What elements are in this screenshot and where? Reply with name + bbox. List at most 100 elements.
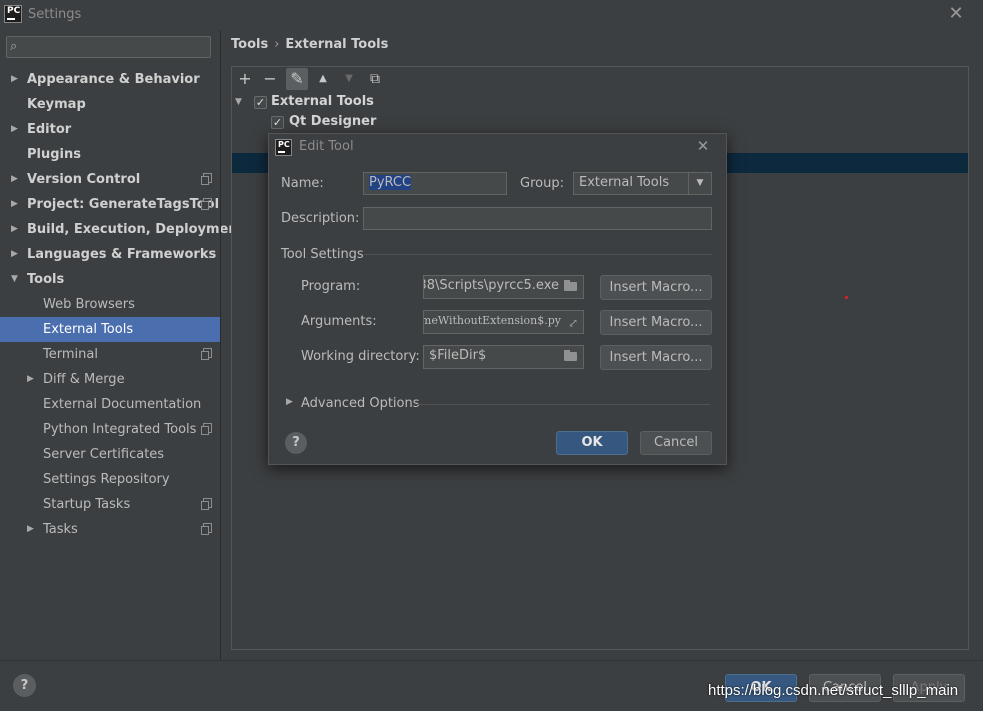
- copy-icon[interactable]: ⧉: [364, 68, 386, 90]
- chevron-right-icon[interactable]: ▶: [11, 242, 18, 267]
- folder-icon[interactable]: [564, 280, 577, 291]
- sidebar-item-diff-merge[interactable]: ▶ Diff & Merge: [0, 367, 220, 392]
- tree-tool-label: Qt Designer: [289, 114, 377, 129]
- chevron-right-icon[interactable]: ▶: [11, 217, 18, 242]
- chevron-right-icon[interactable]: ▶: [11, 117, 18, 142]
- group-select[interactable]: External Tools ▼: [573, 172, 712, 195]
- sidebar-item-editor[interactable]: ▶ Editor: [0, 117, 220, 142]
- description-label: Description:: [281, 211, 360, 226]
- sidebar-item-label: Editor: [27, 122, 72, 137]
- sidebar-item-keymap[interactable]: Keymap: [0, 92, 220, 117]
- sidebar-item-startup-tasks[interactable]: Startup Tasks: [0, 492, 220, 517]
- sidebar-item-build-execution-deployment[interactable]: ▶ Build, Execution, Deployment: [0, 217, 244, 242]
- tree-group-label: External Tools: [271, 94, 374, 109]
- working-directory-input[interactable]: $FileDir$: [423, 345, 584, 369]
- move-down-icon[interactable]: ▼: [338, 68, 360, 90]
- sidebar-item-external-tools[interactable]: External Tools: [0, 317, 220, 342]
- breadcrumb-parent[interactable]: Tools: [231, 37, 268, 52]
- expand-arrow-icon[interactable]: ▼: [235, 92, 242, 112]
- sidebar-item-tasks[interactable]: ▶ Tasks: [0, 517, 220, 542]
- group-label: Group:: [520, 176, 564, 191]
- sidebar-item-version-control[interactable]: ▶ Version Control: [0, 167, 220, 192]
- sidebar-item-label: Diff & Merge: [43, 372, 125, 387]
- insert-macro-button-working-directory[interactable]: Insert Macro...: [600, 345, 712, 370]
- sidebar-item-label: Build, Execution, Deployment: [27, 222, 244, 237]
- chevron-right-icon[interactable]: ▶: [11, 192, 18, 217]
- insert-macro-button-arguments[interactable]: Insert Macro...: [600, 310, 712, 335]
- group-value: External Tools: [579, 175, 670, 190]
- sidebar-item-label: Server Certificates: [43, 447, 165, 462]
- sidebar-item-python-integrated-tools[interactable]: Python Integrated Tools: [0, 417, 220, 442]
- program-value: 38\Scripts\pyrcc5.exe: [423, 278, 559, 293]
- dialog-cancel-button[interactable]: Cancel: [640, 431, 712, 455]
- title-bar: [0, 0, 983, 30]
- add-icon[interactable]: +: [234, 68, 256, 90]
- sidebar-item-label: Version Control: [27, 172, 141, 187]
- chevron-right-icon[interactable]: ▶: [27, 517, 34, 542]
- remove-icon[interactable]: −: [259, 68, 281, 90]
- dialog-help-icon[interactable]: ?: [285, 432, 307, 454]
- sidebar-item-terminal[interactable]: Terminal: [0, 342, 220, 367]
- sidebar-item-web-browsers[interactable]: Web Browsers: [0, 292, 220, 317]
- chevron-down-icon[interactable]: ▼: [11, 267, 18, 292]
- sidebar-item-plugins[interactable]: Plugins: [0, 142, 220, 167]
- sidebar-item-label: Keymap: [27, 97, 86, 112]
- sidebar-item-label: External Documentation: [43, 397, 202, 412]
- breadcrumb-current: External Tools: [285, 37, 389, 52]
- sidebar-item-label: Project: GenerateTagsTool: [27, 197, 220, 212]
- dialog-ok-button[interactable]: OK: [556, 431, 628, 455]
- name-input[interactable]: PyRCC: [363, 172, 507, 195]
- sidebar-item-project-generatetagstool[interactable]: ▶ Project: GenerateTagsTool: [0, 192, 220, 217]
- group-checkbox[interactable]: ✓: [254, 96, 267, 109]
- project-scope-icon: [201, 498, 212, 510]
- watermark: https://blog.csdn.net/struct_slllp_main: [708, 682, 959, 699]
- close-window-button[interactable]: ✕: [944, 3, 968, 27]
- sidebar-item-label: External Tools: [43, 322, 134, 337]
- red-dot: [845, 296, 848, 299]
- window-title: Settings: [28, 7, 82, 22]
- sidebar-item-tools[interactable]: ▼ Tools: [0, 267, 220, 292]
- sidebar-item-settings-repository[interactable]: Settings Repository: [0, 467, 220, 492]
- tool-checkbox[interactable]: ✓: [271, 116, 284, 129]
- settings-nav-list: ▶ Appearance & Behavior Keymap ▶ Editor Plugi…: [0, 67, 244, 547]
- arguments-input[interactable]: meWithoutExtension$.py ⤢: [423, 310, 584, 334]
- program-label: Program:: [301, 279, 361, 294]
- project-scope-icon: [201, 198, 212, 210]
- sidebar-item-label: Terminal: [43, 347, 98, 362]
- chevron-right-icon[interactable]: ▶: [27, 367, 34, 392]
- chevron-right-icon[interactable]: ▶: [11, 67, 18, 92]
- breadcrumb: Tools › External Tools: [231, 37, 388, 52]
- tool-settings-label: Tool Settings: [281, 247, 364, 262]
- description-input[interactable]: [363, 207, 712, 230]
- insert-macro-button-program[interactable]: Insert Macro...: [600, 275, 712, 300]
- dialog-close-button[interactable]: ✕: [693, 137, 713, 155]
- expand-icon[interactable]: ⤢: [568, 313, 578, 333]
- sidebar-item-external-documentation[interactable]: External Documentation: [0, 392, 220, 417]
- working-directory-label: Working directory:: [301, 349, 420, 364]
- arguments-label: Arguments:: [301, 314, 377, 329]
- sidebar-item-label: Startup Tasks: [43, 497, 131, 512]
- sidebar-item-label: Languages & Frameworks: [27, 247, 217, 262]
- help-icon[interactable]: ?: [13, 674, 36, 697]
- chevron-right-icon[interactable]: ▶: [11, 167, 18, 192]
- edit-icon[interactable]: ✎: [286, 68, 308, 90]
- tool-settings-separator: [364, 254, 712, 255]
- sidebar-item-languages-frameworks[interactable]: ▶ Languages & Frameworks: [0, 242, 220, 267]
- move-up-icon[interactable]: ▲: [312, 68, 334, 90]
- sidebar-item-server-certificates[interactable]: Server Certificates: [0, 442, 220, 467]
- sidebar-item-appearance-behavior[interactable]: ▶ Appearance & Behavior: [0, 67, 220, 92]
- arguments-value: meWithoutExtension$.py: [423, 314, 561, 327]
- folder-icon[interactable]: [564, 350, 577, 361]
- sidebar-divider: [220, 30, 221, 660]
- project-scope-icon: [201, 523, 212, 535]
- settings-search-input[interactable]: [6, 36, 211, 58]
- tools-toolbar: + − ✎ ▲ ▼ ⧉: [232, 67, 968, 91]
- advanced-options-separator: [417, 404, 710, 405]
- sidebar-item-label: Tasks: [43, 522, 78, 537]
- advanced-options-toggle[interactable]: Advanced Options: [301, 396, 420, 411]
- chevron-right-icon[interactable]: ▶: [286, 397, 293, 407]
- breadcrumb-separator: ›: [274, 37, 280, 52]
- program-input[interactable]: 38\Scripts\pyrcc5.exe: [423, 275, 584, 299]
- pycharm-logo-icon: PC: [275, 139, 292, 156]
- name-value: PyRCC: [369, 175, 412, 190]
